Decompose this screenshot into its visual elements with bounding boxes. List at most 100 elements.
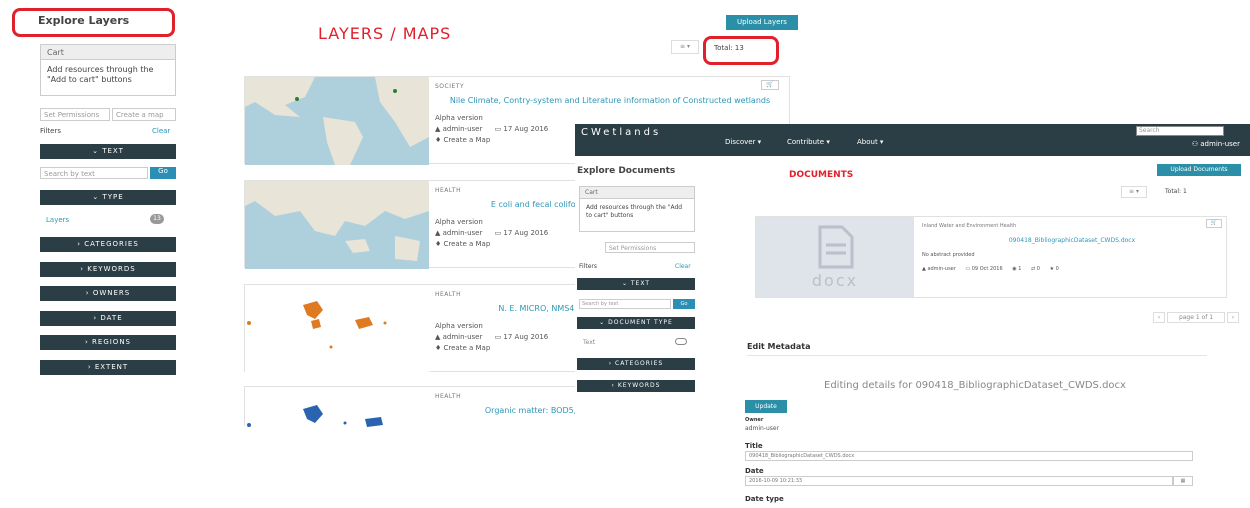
pager-status: page 1 of 1 xyxy=(1167,312,1225,323)
cart-icon[interactable]: 🛒 xyxy=(1206,219,1222,228)
layers-total: Total: 13 xyxy=(714,44,744,52)
nav-search-input[interactable]: Search xyxy=(1136,126,1224,136)
calendar-button[interactable]: ▦ xyxy=(1173,476,1193,486)
site-brand[interactable]: CWetlands xyxy=(581,127,661,138)
document-shares: 0 xyxy=(1036,266,1040,272)
nav-contribute[interactable]: Contribute ▾ xyxy=(787,138,830,146)
docs-cart-panel: Cart Add resources through the "Add to c… xyxy=(579,186,695,232)
type-facet-label: TYPE xyxy=(102,193,124,201)
layer-title-link[interactable]: Nile Climate, Contry-system and Literatu… xyxy=(435,96,785,106)
upload-documents-button[interactable]: Upload Documents xyxy=(1157,164,1241,176)
layer-version: Alpha version xyxy=(435,114,483,122)
cart-icon[interactable]: 🛒 xyxy=(761,80,779,90)
map-thumbnail xyxy=(245,181,429,269)
layer-date: 17 Aug 2016 xyxy=(503,229,549,237)
docs-search-input[interactable]: Search by text xyxy=(579,299,671,309)
cart-header: Cart xyxy=(41,45,175,60)
layers-count-badge: 13 xyxy=(150,214,164,224)
docs-categories-facet[interactable]: › CATEGORIES xyxy=(577,358,695,370)
docs-keywords-label: KEYWORDS xyxy=(617,382,661,389)
date-label: Date xyxy=(745,467,764,475)
editing-details-text: Editing details for 090418_Bibliographic… xyxy=(824,380,1126,391)
chevron-right-icon: › xyxy=(87,363,95,371)
date-facet-button[interactable]: › DATE xyxy=(40,311,176,326)
create-map-button[interactable]: Create a map xyxy=(112,108,176,121)
map-thumbnail xyxy=(245,285,429,373)
date-facet-label: DATE xyxy=(100,314,123,322)
edit-metadata-title: Edit Metadata xyxy=(747,342,811,351)
title-label: Title xyxy=(745,442,763,450)
map-thumbnail xyxy=(245,77,429,165)
categories-facet-label: CATEGORIES xyxy=(84,240,139,248)
owner-value[interactable]: admin-user xyxy=(745,425,779,432)
nav-about[interactable]: About ▾ xyxy=(857,138,883,146)
nav-discover[interactable]: Discover ▾ xyxy=(725,138,761,146)
document-card[interactable]: docx Inland Water and Environment Health… xyxy=(755,216,1227,298)
date-input[interactable]: 2016-10-09 10:21:33 xyxy=(745,476,1173,486)
create-map-label: Create a Map xyxy=(443,344,491,352)
layers-type-item[interactable]: Layers xyxy=(46,216,69,224)
toggle-icon[interactable] xyxy=(675,338,687,345)
top-navbar: CWetlands Discover ▾ Contribute ▾ About … xyxy=(575,124,1250,156)
docs-text-facet[interactable]: ⌄ TEXT xyxy=(577,278,695,290)
user-icon: ▲ xyxy=(435,125,443,133)
cart-text: Add resources through the "Add to cart" … xyxy=(47,65,154,84)
docs-keywords-facet[interactable]: › KEYWORDS xyxy=(577,380,695,392)
layer-date: 17 Aug 2016 xyxy=(503,333,549,341)
extent-facet-button[interactable]: › EXTENT xyxy=(40,360,176,375)
docs-text-item[interactable]: Text xyxy=(583,339,595,346)
user-icon: ▲ xyxy=(435,229,443,237)
document-abstract: No abstract provided xyxy=(922,252,975,258)
docs-view-toggle[interactable]: ≡ ▾ xyxy=(1121,186,1147,198)
chevron-right-icon: › xyxy=(85,338,93,346)
user-icon: ▲ xyxy=(435,333,443,341)
chevron-right-icon: › xyxy=(85,289,93,297)
view-toggle-button[interactable]: ≡ ▾ xyxy=(671,40,699,54)
chevron-down-icon: ⌄ xyxy=(92,147,103,155)
type-facet-button[interactable]: ⌄ TYPE xyxy=(40,190,176,205)
owner-label: Owner xyxy=(745,417,764,423)
edit-metadata-divider xyxy=(747,355,1207,356)
docs-categories-label: CATEGORIES xyxy=(615,360,664,367)
set-permissions-button[interactable]: Set Permissions xyxy=(40,108,110,121)
docs-total: Total: 1 xyxy=(1165,188,1187,195)
map-marker-icon: ♦ xyxy=(435,344,444,352)
pager-prev[interactable]: ‹ xyxy=(1153,312,1165,323)
document-title-link[interactable]: 090418_BibliographicDataset_CWDS.docx xyxy=(922,237,1222,244)
docs-set-permissions[interactable]: Set Permissions xyxy=(605,242,695,253)
pager-next[interactable]: › xyxy=(1227,312,1239,323)
docx-thumbnail: docx xyxy=(756,217,914,297)
create-map-label: Create a Map xyxy=(443,136,491,144)
document-ratings: 0 xyxy=(1055,266,1059,272)
owners-facet-label: OWNERS xyxy=(92,289,131,297)
map-marker-icon: ♦ xyxy=(435,136,444,144)
docs-search-button[interactable]: Go xyxy=(673,299,695,309)
docs-type-facet[interactable]: ⌄ DOCUMENT TYPE xyxy=(577,317,695,329)
layers-maps-heading: LAYERS / MAPS xyxy=(318,24,452,43)
regions-facet-button[interactable]: › REGIONS xyxy=(40,335,176,350)
text-facet-button[interactable]: ⌄ TEXT xyxy=(40,144,176,159)
docs-clear-link[interactable]: Clear xyxy=(675,263,691,270)
clear-filters-link[interactable]: Clear xyxy=(152,127,170,135)
keywords-facet-button[interactable]: › KEYWORDS xyxy=(40,262,176,277)
search-button[interactable]: Go xyxy=(150,167,176,179)
title-input[interactable]: 090418_BibliographicDataset_CWDS.docx xyxy=(745,451,1193,461)
user-menu[interactable]: ⚇ admin-user xyxy=(1192,140,1240,148)
document-views: 1 xyxy=(1018,266,1022,272)
cart-panel: Cart Add resources through the "Add to c… xyxy=(40,44,176,96)
document-info: Inland Water and Environment Health 0904… xyxy=(922,223,1222,272)
docs-type-facet-label: DOCUMENT TYPE xyxy=(608,319,673,326)
chevron-down-icon: ⌄ xyxy=(92,193,103,201)
filters-label: Filters xyxy=(40,127,61,135)
docs-cart-text: Add resources through the "Add to cart" … xyxy=(586,204,683,219)
update-button[interactable]: Update xyxy=(745,400,787,413)
chevron-down-icon: ⌄ xyxy=(621,280,631,287)
owners-facet-button[interactable]: › OWNERS xyxy=(40,286,176,301)
map-marker-icon: ♦ xyxy=(435,240,444,248)
upload-layers-button[interactable]: Upload Layers xyxy=(726,15,798,30)
document-owner: admin-user xyxy=(927,266,956,272)
keywords-facet-label: KEYWORDS xyxy=(87,265,136,273)
categories-facet-button[interactable]: › CATEGORIES xyxy=(40,237,176,252)
layer-category: SOCIETY xyxy=(435,83,465,90)
search-text-input[interactable]: Search by text xyxy=(40,167,148,179)
